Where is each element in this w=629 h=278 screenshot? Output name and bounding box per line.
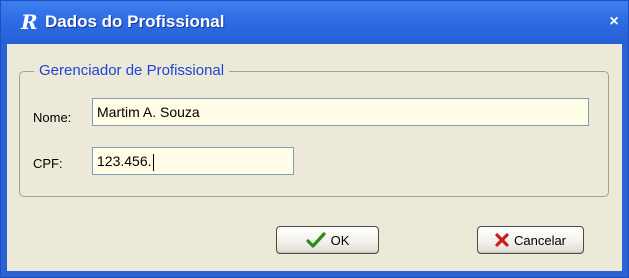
ok-button[interactable]: OK: [276, 226, 379, 254]
text-caret: [152, 153, 154, 171]
cpf-label: CPF:: [33, 156, 63, 171]
nome-field[interactable]: Martim A. Souza: [92, 98, 589, 126]
nome-label: Nome:: [33, 110, 72, 125]
cancel-button[interactable]: Cancelar: [477, 226, 584, 254]
app-logo-icon: R: [21, 10, 38, 34]
x-icon: [495, 233, 509, 247]
cpf-value: 123.456.: [97, 153, 152, 169]
group-legend: Gerenciador de Profissional: [34, 62, 230, 79]
nome-value: Martim A. Souza: [97, 104, 200, 120]
checkmark-icon: [305, 232, 326, 248]
window-title: Dados do Profissional: [45, 12, 225, 31]
title-bar[interactable]: R Dados do Profissional ×: [1, 1, 628, 44]
ok-label: OK: [330, 232, 350, 248]
close-button[interactable]: ×: [606, 13, 622, 31]
cancel-label: Cancelar: [513, 232, 567, 248]
group-box: Gerenciador de Profissional Nome: Martim…: [19, 62, 609, 197]
cpf-field[interactable]: 123.456.: [92, 147, 294, 175]
dialog-window: R Dados do Profissional × Gerenciador de…: [0, 0, 629, 278]
dialog-body: Gerenciador de Profissional Nome: Martim…: [7, 44, 622, 271]
